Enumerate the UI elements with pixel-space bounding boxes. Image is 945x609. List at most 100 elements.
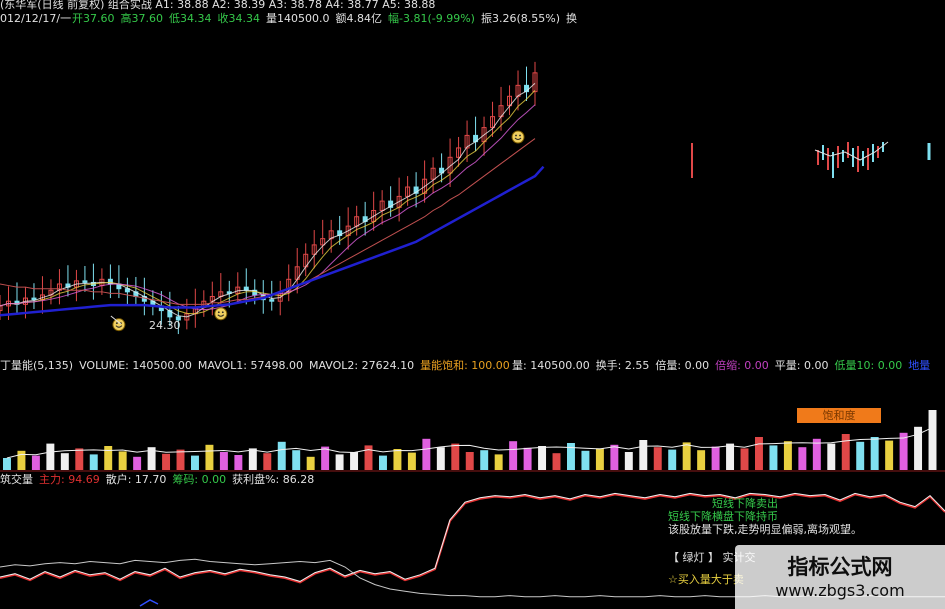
candle-body: [269, 299, 275, 302]
volume-bar: [769, 445, 778, 470]
volume-bar: [292, 450, 301, 470]
volume-header-stat-2: 倍量: 0.00: [655, 358, 709, 372]
volume-bar: [89, 454, 98, 470]
volume-bar: [436, 447, 445, 470]
volume-bar: [219, 452, 228, 470]
price-panel-right-bars: [691, 141, 931, 178]
volume-header-stat-5: 低量10: 0.00: [835, 359, 903, 372]
price-ma-line-0: [0, 82, 536, 318]
price-header-item-7: 振3.26(8.55%): [481, 11, 560, 25]
price-low-label: 24.30: [149, 319, 181, 332]
smiley-marker: [112, 318, 126, 332]
volume-bar: [104, 446, 113, 470]
volume-bar: [234, 455, 243, 470]
volume-bar: [350, 452, 359, 470]
volume-header-left: 丁量能(5,135) VOLUME: 140500.00 MAVOL1: 57498…: [0, 358, 510, 372]
price-header-line1: (东华军(日线 前复权) 组合实战 A1: 38.88 A2: 38.39 A3…: [0, 0, 435, 11]
bottom-text-2: ☆买入量大于卖: [668, 572, 744, 586]
volume-bar: [205, 444, 214, 470]
volume-header-item-4: 量能饱和: 100.00: [420, 358, 510, 372]
indicator-header-item-4: 获利盘%: 86.28: [232, 472, 314, 486]
smiley-eye: [221, 311, 224, 314]
volume-bar: [46, 443, 55, 470]
indicator-header-item-3: 筹码: 0.00: [172, 472, 226, 486]
volume-bar: [277, 441, 286, 470]
volume-bar: [248, 448, 257, 470]
volume-bar: [422, 438, 431, 470]
smiley-marker: [214, 307, 228, 321]
volume-bar: [263, 453, 272, 470]
volume-bar: [928, 410, 937, 470]
indicator-header-item-2: 散户: 17.70: [106, 472, 167, 486]
volume-bar: [133, 456, 142, 470]
volume-header-item-0: 丁量能(5,135): [0, 358, 73, 372]
volume-header-stat-1: 换手: 2.55: [596, 358, 650, 372]
price-header-item-2: 低34.34: [169, 12, 212, 25]
volume-bar: [581, 450, 590, 470]
price-header-item-4: 量140500.0: [266, 12, 330, 25]
indicator-header: 筑交量 主力: 94.69 散户: 17.70 筹码: 0.00 获利盘%: 86.28: [0, 472, 314, 486]
volume-bar: [552, 453, 561, 470]
volume-bar: [624, 452, 633, 470]
watermark-url: www.zbgs3.com: [775, 581, 905, 600]
volume-bar: [783, 441, 792, 470]
volume-bar: [480, 450, 489, 470]
volume-header-stat-4: 平量: 0.00: [775, 359, 829, 372]
smiley-eye: [217, 311, 220, 314]
smiley-eye: [515, 134, 517, 137]
volume-bar: [321, 446, 330, 470]
volume-bar: [75, 448, 84, 470]
signal-text-3: 该股放量下跌,走势明显偏弱,离场观望。: [668, 522, 862, 536]
volume-bar: [755, 437, 763, 470]
volume-bar: [335, 454, 344, 470]
volume-bar: [162, 453, 171, 470]
volume-header-stat-0: 量: 140500.00: [512, 359, 590, 372]
volume-bar: [711, 446, 720, 470]
volume-bar: [407, 452, 416, 470]
price-ma-line-1: [0, 90, 536, 315]
watermark-title: 指标公式网: [787, 555, 893, 579]
chart-canvas[interactable]: (东华军(日线 前复权) 组合实战 A1: 38.88 A2: 38.39 A3…: [0, 0, 945, 609]
candle-body: [82, 280, 88, 283]
volume-bar: [798, 447, 807, 470]
indicator-header-item-1: 主力: 94.69: [39, 473, 100, 486]
volume-bar: [176, 449, 185, 470]
volume-bar: [465, 452, 474, 470]
chip-line: [139, 599, 159, 607]
smiley-marker: [511, 130, 525, 144]
volume-bar: [364, 445, 373, 470]
volume-bar: [595, 448, 604, 470]
volume-bar: [653, 447, 662, 470]
price-header-item-5: 额4.84亿: [336, 12, 383, 25]
volume-header-item-3: MAVOL2: 27624.10: [309, 359, 414, 372]
volume-bar: [60, 453, 69, 470]
watermark: 指标公式网 www.zbgs3.com: [735, 545, 945, 609]
price-panel[interactable]: [0, 61, 545, 335]
volume-bar: [841, 434, 850, 470]
volume-bar: [856, 441, 865, 470]
price-ma-line-2: [0, 104, 536, 311]
volume-bar: [118, 451, 127, 470]
signal-text-1: 短线下降卖出: [712, 496, 778, 510]
volume-bar: [17, 450, 26, 470]
smiley-eye: [115, 322, 118, 325]
volume-bar: [31, 455, 40, 470]
price-header-item-3: 收34.34: [218, 11, 261, 25]
saturation-badge-label: 饱和度: [823, 408, 856, 422]
price-header-item-6: 幅-3.81(-9.99%): [388, 12, 475, 25]
volume-bar: [306, 456, 315, 470]
price-header-item-0: 开37.60: [72, 12, 115, 25]
volume-bar: [697, 450, 706, 470]
volume-header-stat-6: 地量: [908, 359, 930, 372]
price-header-values: 开37.60 高37.60 低34.34 收34.34 量140500.0 额4.84亿幅…: [72, 11, 577, 25]
volume-bar: [827, 443, 836, 470]
volume-bar: [668, 449, 677, 470]
volume-header-stat-3: 倍缩: 0.00: [715, 358, 769, 372]
smiley-eye: [519, 134, 521, 137]
volume-bar: [523, 447, 532, 470]
volume-bar: [3, 458, 11, 470]
price-header-item-1: 高37.60: [121, 11, 164, 25]
volume-bar: [509, 441, 518, 470]
signal-text-2: 短线下降横盘下降持币: [668, 509, 778, 523]
volume-bar: [885, 440, 894, 470]
